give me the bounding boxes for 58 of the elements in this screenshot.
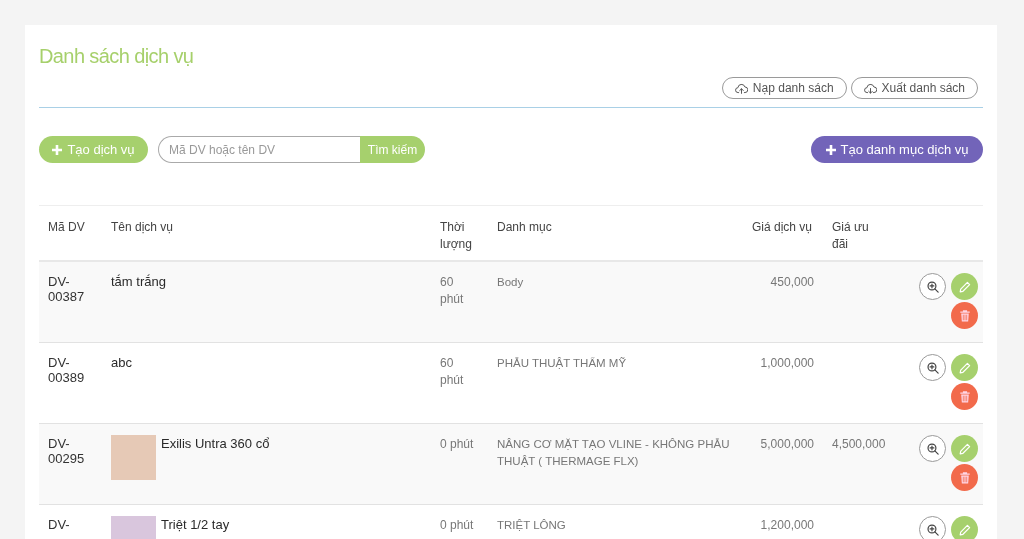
page-title: Danh sách dịch vụ	[39, 44, 195, 69]
service-duration: 0 phút	[439, 517, 475, 534]
service-price: 1,200,000	[759, 517, 815, 534]
zoom-in-icon	[926, 280, 939, 293]
export-list-button[interactable]: Xuất danh sách	[850, 77, 978, 99]
service-category: Body	[496, 275, 525, 290]
column-header: Giá ưu đãi	[831, 219, 870, 253]
create-category-button[interactable]: Tạo danh mục dịch vụ	[811, 136, 983, 163]
pencil-icon	[958, 523, 971, 536]
service-code: DV-00295	[47, 435, 86, 468]
zoom-in-icon	[926, 442, 939, 455]
service-price: 450,000	[769, 274, 815, 291]
service-code: DV-00387	[47, 273, 86, 306]
zoom-in-icon	[926, 361, 939, 374]
view-button[interactable]	[919, 273, 946, 300]
service-name: Triệt 1/2 tay	[161, 516, 230, 533]
service-duration: 60 phút	[439, 274, 465, 308]
service-name: abc	[111, 354, 132, 371]
search-field[interactable]: Mã DV hoặc tên DV	[158, 136, 360, 163]
edit-button[interactable]	[951, 516, 978, 539]
service-price: 1,000,000	[759, 355, 815, 372]
service-code: DV-	[47, 516, 71, 534]
delete-button[interactable]	[951, 464, 978, 491]
service-category: TRIỆT LÔNG	[496, 518, 567, 533]
import-list-button[interactable]: Nạp danh sách	[721, 77, 847, 99]
column-header: Mã DV	[47, 219, 86, 236]
cloud-download-icon	[863, 82, 877, 94]
service-duration: 60 phút	[439, 355, 465, 389]
column-header: Thời lượng	[439, 219, 473, 253]
view-button[interactable]	[919, 354, 946, 381]
service-duration: 0 phút	[439, 436, 475, 453]
view-button[interactable]	[919, 516, 946, 539]
service-category: PHẪU THUẬT THẨM MỸ	[496, 356, 628, 371]
pencil-icon	[958, 442, 971, 455]
trash-icon	[958, 471, 971, 484]
service-code: DV-00389	[47, 354, 86, 387]
column-header: Giá dịch vụ	[751, 219, 814, 236]
pencil-icon	[958, 280, 971, 293]
trash-icon	[958, 309, 971, 322]
service-price: 5,000,000	[759, 436, 815, 453]
service-name: Exilis Untra 360 cổ	[161, 435, 270, 452]
view-button[interactable]	[919, 435, 946, 462]
column-header: Tên dịch vụ	[110, 219, 175, 236]
column-header: Danh mục	[496, 219, 553, 236]
trash-icon	[958, 390, 971, 403]
edit-button[interactable]	[951, 435, 978, 462]
edit-button[interactable]	[951, 354, 978, 381]
zoom-in-icon	[926, 523, 939, 536]
cloud-upload-icon	[734, 82, 748, 94]
pencil-icon	[958, 361, 971, 374]
plus-icon	[825, 144, 836, 155]
edit-button[interactable]	[951, 273, 978, 300]
delete-button[interactable]	[951, 383, 978, 410]
service-category: NÂNG CƠ MẶT TẠO VLINE - KHÔNG PHẪU THUẬT ( THERMAGE FLX)	[496, 437, 731, 469]
delete-button[interactable]	[951, 302, 978, 329]
plus-icon	[52, 144, 63, 155]
discount-price: 4,500,000	[831, 436, 887, 453]
service-name: tắm trắng	[111, 273, 166, 290]
